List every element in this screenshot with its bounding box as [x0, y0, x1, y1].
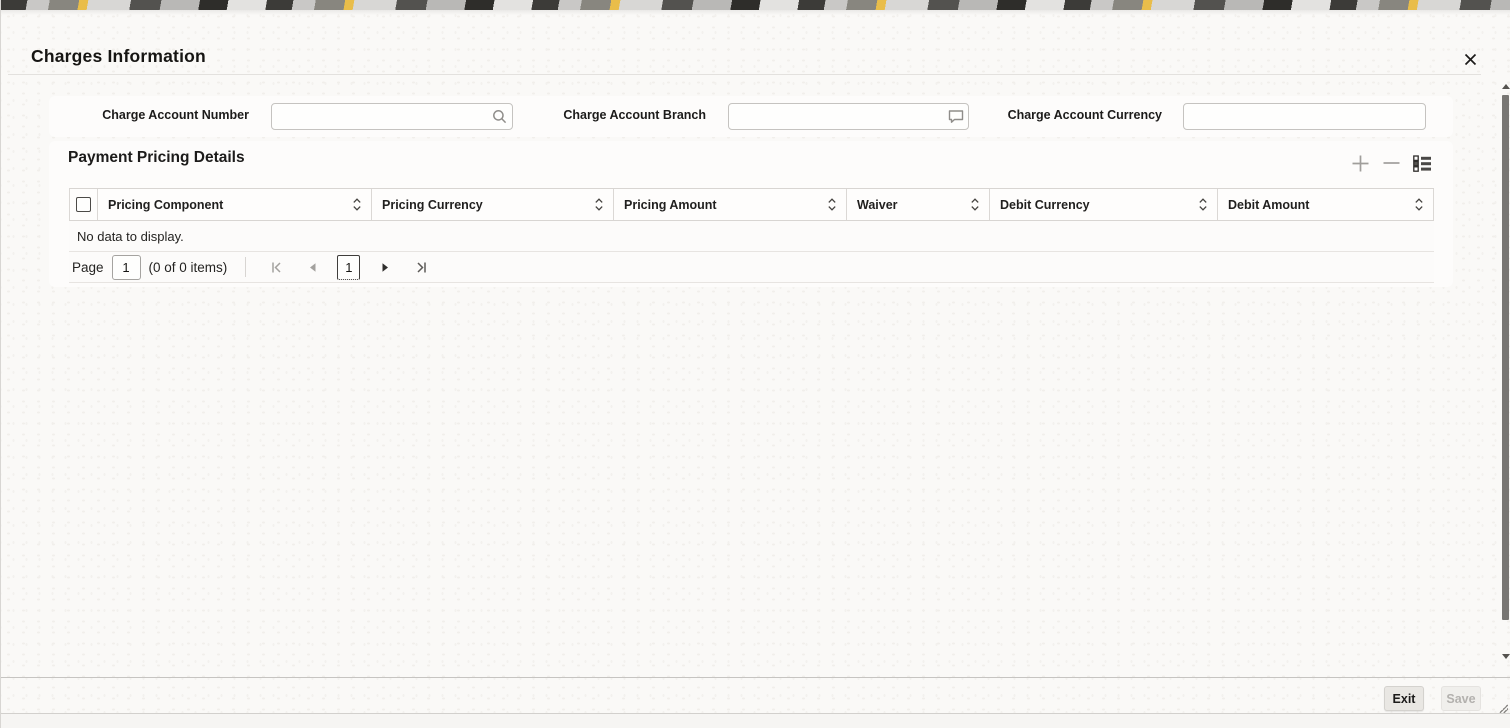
column-label: Pricing Amount [624, 197, 717, 212]
current-page-indicator[interactable]: 1 [337, 254, 361, 280]
list-view-button[interactable] [1411, 152, 1433, 174]
page-label: Page [72, 259, 104, 275]
column-label: Debit Currency [1000, 197, 1090, 212]
window-bottom-edge [1, 713, 1510, 728]
last-page-icon [415, 261, 428, 274]
previous-page-button[interactable] [302, 256, 322, 278]
plus-icon [1351, 154, 1370, 173]
next-page-button[interactable] [375, 256, 395, 278]
select-all-cell [69, 189, 98, 220]
exit-button[interactable]: Exit [1384, 686, 1424, 711]
empty-state-message: No data to display. [77, 228, 184, 244]
pagination-bar: Page (0 of 0 items) [69, 252, 1434, 283]
close-icon [1463, 52, 1478, 67]
column-label: Pricing Currency [382, 197, 483, 212]
scroll-down-arrow-icon[interactable] [1501, 652, 1510, 661]
desktop-background-fade [1, 10, 1510, 15]
column-header-waiver[interactable]: Waiver [847, 189, 990, 220]
items-summary: (0 of 0 items) [148, 259, 228, 275]
column-header-pricing-component[interactable]: Pricing Component [98, 189, 372, 220]
desktop-background-strip [1, 0, 1510, 10]
charge-account-currency-input[interactable] [1183, 103, 1426, 130]
footer-divider [1, 677, 1510, 678]
column-header-pricing-amount[interactable]: Pricing Amount [614, 189, 847, 220]
scroll-up-arrow-icon[interactable] [1501, 82, 1510, 91]
column-label: Pricing Component [108, 197, 224, 212]
pagination-divider [245, 257, 247, 277]
resize-grip[interactable] [1498, 703, 1508, 713]
remove-row-button[interactable] [1380, 152, 1402, 174]
pricing-table-header: Pricing Component Pricing Currency Prici… [69, 188, 1434, 221]
header-divider [8, 74, 1481, 75]
vertical-scrollbar[interactable] [1501, 82, 1510, 672]
sort-icon[interactable] [1414, 197, 1424, 212]
first-page-icon [270, 261, 283, 274]
sort-icon[interactable] [970, 197, 980, 212]
last-page-button[interactable] [411, 256, 431, 278]
charges-information-window: Charges Information Charge Account Numbe… [0, 0, 1510, 728]
column-label: Waiver [857, 197, 898, 212]
sort-icon[interactable] [827, 197, 837, 212]
column-label: Debit Amount [1228, 197, 1310, 212]
column-header-pricing-currency[interactable]: Pricing Currency [372, 189, 614, 220]
minus-icon [1383, 161, 1400, 165]
pricing-table: Pricing Component Pricing Currency Prici… [69, 188, 1434, 283]
sort-icon[interactable] [352, 197, 362, 212]
page-title: Charges Information [31, 46, 206, 66]
add-row-button[interactable] [1349, 152, 1371, 174]
charge-account-currency-label: Charge Account Currency [1007, 108, 1162, 122]
scrollbar-thumb[interactable] [1502, 95, 1509, 620]
sort-icon[interactable] [594, 197, 604, 212]
grid-toolbar [1349, 152, 1433, 174]
select-all-checkbox[interactable] [76, 197, 91, 212]
payment-pricing-details-section: Payment Pricing Details Pricing Componen… [49, 141, 1453, 287]
column-header-debit-amount[interactable]: Debit Amount [1218, 189, 1434, 220]
sort-icon[interactable] [1198, 197, 1208, 212]
charge-account-number-label: Charge Account Number [102, 108, 249, 122]
first-page-button[interactable] [266, 256, 286, 278]
page-number-input[interactable] [111, 254, 141, 280]
charge-account-form: Charge Account Number Charge Account Bra… [49, 96, 1453, 137]
close-button[interactable] [1457, 47, 1483, 71]
next-page-icon [381, 262, 390, 273]
previous-page-icon [308, 262, 317, 273]
charge-account-branch-label: Charge Account Branch [563, 108, 706, 122]
section-title: Payment Pricing Details [68, 149, 245, 166]
column-header-debit-currency[interactable]: Debit Currency [990, 189, 1218, 220]
list-icon [1413, 154, 1431, 172]
empty-state-row: No data to display. [69, 221, 1434, 252]
save-button: Save [1441, 686, 1481, 711]
